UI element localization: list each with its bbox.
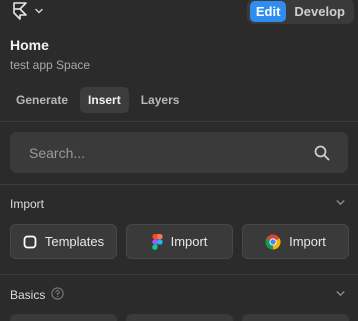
- search-icon[interactable]: [314, 145, 330, 161]
- page-subtitle: test app Space: [10, 58, 91, 72]
- import-chrome-label: Import: [289, 234, 326, 249]
- import-section-header[interactable]: Import: [10, 195, 346, 213]
- panel-tabs: Generate Insert Layers: [8, 87, 187, 113]
- basics-section-label: Basics: [10, 288, 46, 302]
- chevron-down-icon[interactable]: [335, 195, 346, 213]
- tab-insert[interactable]: Insert: [80, 87, 129, 113]
- basics-item[interactable]: [126, 314, 233, 321]
- templates-button-label: Templates: [44, 234, 105, 249]
- import-chrome-button[interactable]: Import: [242, 224, 349, 259]
- chrome-icon: [265, 234, 281, 250]
- search-input[interactable]: [29, 144, 314, 161]
- basics-item[interactable]: [242, 314, 349, 321]
- tab-generate[interactable]: Generate: [8, 87, 76, 113]
- develop-mode-button[interactable]: Develop: [288, 1, 351, 22]
- import-figma-button[interactable]: Import: [126, 224, 233, 259]
- edit-mode-button[interactable]: Edit: [249, 1, 287, 22]
- import-buttons: Templates Import Import: [10, 224, 349, 259]
- import-figma-label: Import: [170, 234, 208, 249]
- chevron-down-icon[interactable]: [335, 286, 346, 304]
- insert-panel: Edit Develop Home test app Space Generat…: [0, 0, 358, 321]
- basics-item[interactable]: [10, 314, 117, 321]
- top-bar: Edit Develop: [0, 0, 358, 24]
- page-title: Home: [10, 37, 49, 53]
- divider: [0, 184, 358, 185]
- divider: [0, 121, 358, 122]
- mode-toggle: Edit Develop: [246, 0, 354, 24]
- import-section-label: Import: [10, 197, 45, 211]
- project-menu-button[interactable]: [12, 2, 44, 20]
- help-circle-icon[interactable]: [51, 287, 64, 303]
- templates-icon: [23, 235, 37, 249]
- chevron-down-icon: [34, 6, 44, 16]
- basics-section-title: Basics: [10, 287, 64, 303]
- templates-button[interactable]: Templates: [10, 224, 117, 259]
- search-box: [10, 132, 348, 173]
- basics-items: [10, 314, 349, 321]
- divider: [0, 274, 358, 275]
- tab-layers[interactable]: Layers: [133, 87, 188, 113]
- basics-section-header[interactable]: Basics: [10, 286, 346, 304]
- framer-logo-icon: [12, 2, 28, 20]
- figma-icon: [151, 233, 163, 250]
